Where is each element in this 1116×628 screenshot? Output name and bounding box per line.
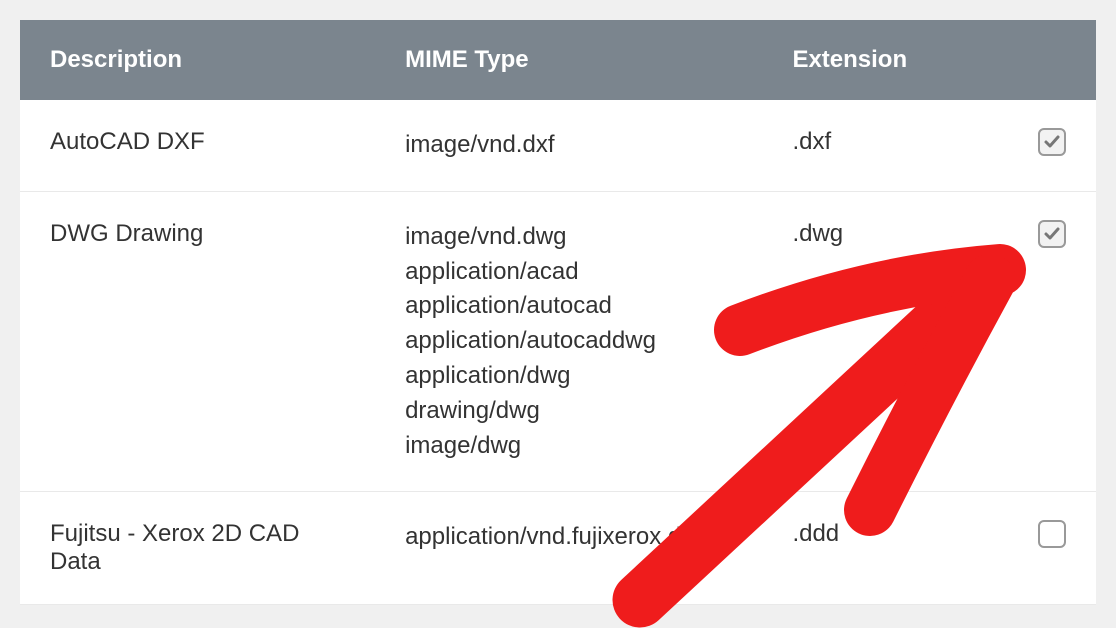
mime-value: image/vnd.dwg xyxy=(405,220,732,255)
cell-description: AutoCAD DXF xyxy=(20,100,375,191)
cell-extension: .dwg xyxy=(762,191,999,492)
cell-checkbox xyxy=(999,100,1096,191)
cell-mime: image/vnd.dxf xyxy=(375,100,762,191)
cell-description: Fujitsu - Xerox 2D CAD Data xyxy=(20,492,375,605)
mime-value: image/dwg xyxy=(405,429,732,464)
mime-value: application/dwg xyxy=(405,359,732,394)
enable-checkbox[interactable] xyxy=(1038,128,1066,156)
cell-mime: image/vnd.dwgapplication/acadapplication… xyxy=(375,191,762,492)
mime-value: application/vnd.fujixerox.ddd xyxy=(405,520,732,555)
enable-checkbox[interactable] xyxy=(1038,520,1066,548)
cell-checkbox xyxy=(999,191,1096,492)
mime-value: image/vnd.dxf xyxy=(405,128,732,163)
header-description: Description xyxy=(20,20,375,100)
mime-value: application/autocad xyxy=(405,289,732,324)
table-row: DWG Drawingimage/vnd.dwgapplication/acad… xyxy=(20,191,1096,492)
header-extension: Extension xyxy=(762,20,999,100)
cell-extension: .dxf xyxy=(762,100,999,191)
mime-value: application/autocaddwg xyxy=(405,324,732,359)
cell-extension: .ddd xyxy=(762,492,999,605)
mime-value: drawing/dwg xyxy=(405,394,732,429)
cell-mime: application/vnd.fujixerox.ddd xyxy=(375,492,762,605)
header-checkbox xyxy=(999,20,1096,100)
mime-value: application/acad xyxy=(405,255,732,290)
table-row: AutoCAD DXF image/vnd.dxf .dxf xyxy=(20,100,1096,191)
mime-types-table: Description MIME Type Extension AutoCAD … xyxy=(20,20,1096,605)
header-mime: MIME Type xyxy=(375,20,762,100)
cell-checkbox xyxy=(999,492,1096,605)
table-row: Fujitsu - Xerox 2D CAD Data application/v… xyxy=(20,492,1096,605)
enable-checkbox[interactable] xyxy=(1038,220,1066,248)
cell-description: DWG Drawing xyxy=(20,191,375,492)
